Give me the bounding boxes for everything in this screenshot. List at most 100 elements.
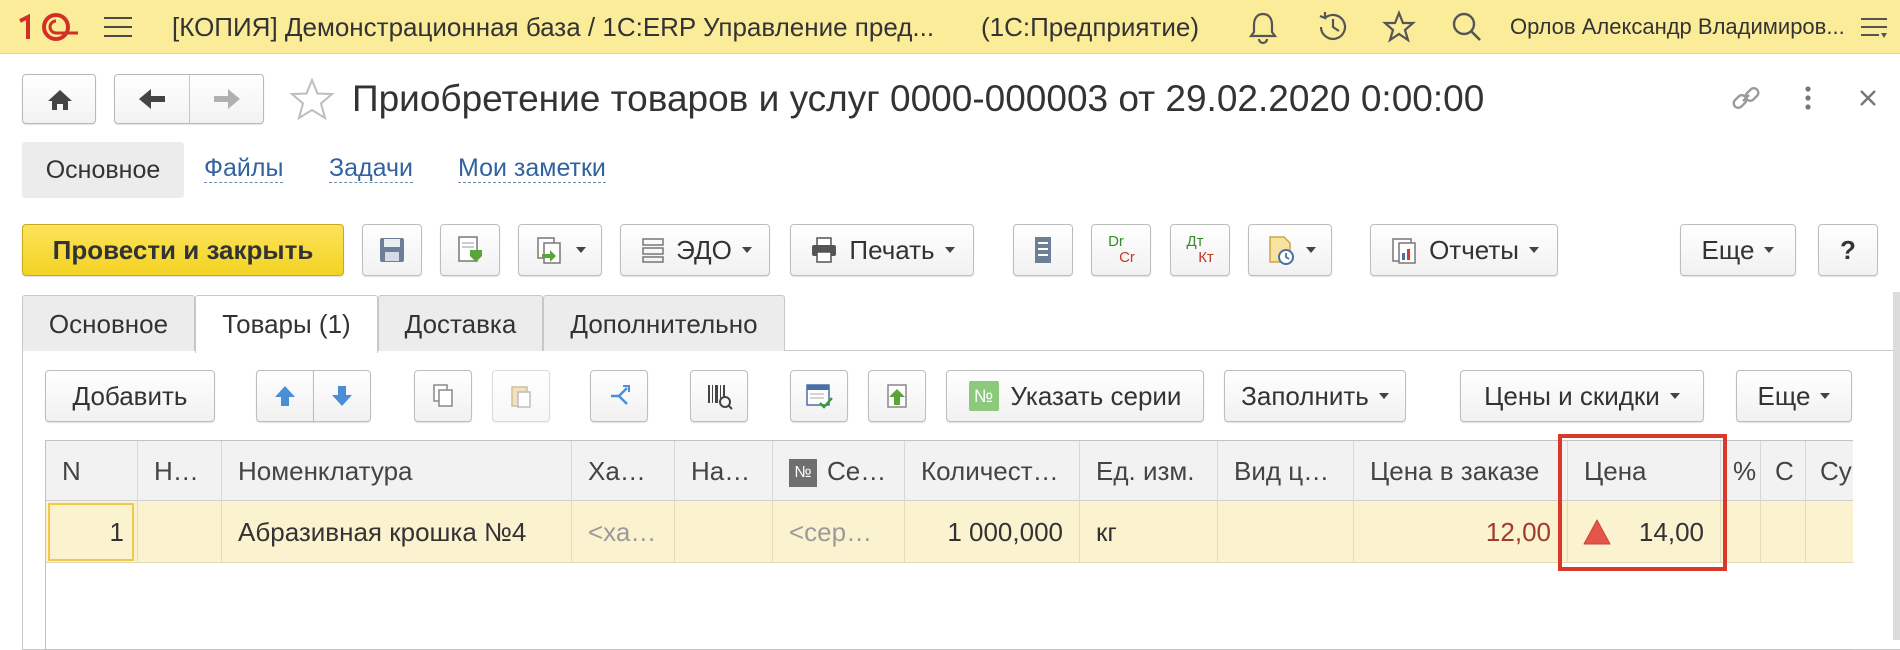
reports-button[interactable]: Отчеты (1370, 224, 1558, 276)
cell-price-type[interactable] (1218, 501, 1354, 563)
column-header-order-price[interactable]: Цена в заказе (1354, 441, 1568, 501)
cell-percent[interactable] (1721, 501, 1761, 563)
cell-n[interactable]: 1 (48, 503, 134, 561)
column-header-series[interactable]: № Се… (773, 441, 905, 501)
move-down-button[interactable] (313, 370, 371, 422)
prices-discounts-button[interactable]: Цены и скидки (1460, 370, 1704, 422)
cell-series[interactable]: <сер… (773, 501, 905, 563)
section-files[interactable]: Файлы (204, 154, 284, 183)
section-tasks[interactable]: Задачи (329, 154, 413, 183)
edo-button[interactable]: ЭДО (620, 224, 770, 276)
column-header-quantity[interactable]: Количест… (905, 441, 1080, 501)
user-name[interactable]: Орлов Александр Владимиров... (1510, 14, 1845, 40)
select-items-button[interactable] (790, 370, 848, 422)
forward-button[interactable] (190, 75, 264, 123)
bell-icon[interactable] (1244, 8, 1282, 46)
arrow-left-icon (139, 89, 165, 109)
cell-h[interactable] (138, 501, 222, 563)
app-title: [КОПИЯ] Демонстрационная база / 1С:ERP У… (172, 12, 935, 42)
dt-kt-postings-button[interactable]: Дт Кт (1170, 224, 1230, 276)
history-icon[interactable] (1314, 8, 1352, 46)
post-and-close-button[interactable]: Провести и закрыть (22, 224, 344, 276)
cell-quantity[interactable]: 1 000,000 (905, 501, 1080, 563)
add-row-button[interactable]: Добавить (45, 370, 215, 422)
back-button[interactable] (115, 75, 190, 123)
tab-delivery[interactable]: Доставка (378, 295, 543, 351)
tab-main[interactable]: Основное (22, 295, 195, 351)
split-row-button[interactable] (590, 370, 648, 422)
cell-na[interactable] (675, 501, 773, 563)
cell-order-price[interactable]: 12,00 (1354, 501, 1568, 563)
arrow-down-icon (332, 386, 352, 406)
logo-1c-icon[interactable] (16, 11, 80, 43)
dropdown-arrow-icon (741, 247, 752, 253)
dr-label: Dr (1108, 233, 1124, 250)
main-menu-icon[interactable] (104, 17, 132, 37)
copy-row-button[interactable] (414, 370, 472, 422)
save-button[interactable] (362, 224, 422, 276)
more-label: Еще (1701, 234, 1755, 265)
table-check-icon (806, 384, 833, 409)
favorite-star-icon[interactable] (287, 75, 337, 125)
dr-cr-postings-button[interactable]: Dr Cr (1091, 224, 1151, 276)
section-main[interactable]: Основное (22, 142, 184, 198)
print-label: Печать (849, 234, 935, 265)
column-header-percent[interactable]: % (1721, 441, 1761, 501)
cell-characteristic[interactable]: <ха… (572, 501, 675, 563)
column-header-price-type[interactable]: Вид ц… (1218, 441, 1354, 501)
more-button[interactable]: Еще (1680, 224, 1796, 276)
grid-more-label: Еще (1757, 380, 1811, 411)
specify-series-label: Указать серии (1010, 380, 1182, 411)
tab-goods[interactable]: Товары (1) (195, 295, 378, 353)
attachment-clock-icon (1269, 236, 1294, 265)
app-mode: (1С:Предприятие) (981, 12, 1200, 42)
link-icon[interactable] (1728, 80, 1764, 116)
close-icon[interactable] (1850, 80, 1886, 116)
column-header-unit[interactable]: Ед. изм. (1080, 441, 1218, 501)
column-header-n[interactable]: N (46, 441, 138, 501)
prices-discounts-label: Цены и скидки (1484, 380, 1660, 411)
series-number-icon: № (789, 459, 817, 488)
help-button[interactable]: ? (1818, 224, 1878, 276)
column-header-characteristic[interactable]: Ха… (572, 441, 675, 501)
move-up-button[interactable] (256, 370, 314, 422)
scrollbar[interactable] (1893, 292, 1900, 640)
dropdown-arrow-icon (944, 247, 955, 253)
cell-c[interactable] (1761, 501, 1806, 563)
post-button[interactable] (440, 224, 500, 276)
print-button[interactable]: Печать (790, 224, 974, 276)
fill-button[interactable]: Заполнить (1224, 370, 1406, 422)
upload-button[interactable] (868, 370, 926, 422)
document-list-button[interactable] (1013, 224, 1073, 276)
dropdown-arrow-icon (1378, 393, 1389, 399)
arrow-up-icon (275, 386, 295, 406)
favorites-star-icon[interactable] (1380, 8, 1418, 46)
home-button[interactable] (22, 74, 96, 124)
edo-label: ЭДО (676, 234, 732, 265)
grid-more-button[interactable]: Еще (1736, 370, 1852, 422)
column-header-sum[interactable]: Су (1806, 441, 1853, 501)
more-actions-icon[interactable] (1790, 80, 1826, 116)
dt-label: Дт (1186, 233, 1204, 250)
search-icon[interactable] (1448, 8, 1486, 46)
attachments-button[interactable] (1248, 224, 1332, 276)
cell-item[interactable]: Абразивная крошка №4 (222, 501, 572, 563)
tab-additional[interactable]: Дополнительно (543, 295, 785, 351)
price-column-highlight (1558, 434, 1727, 571)
paste-row-button[interactable] (492, 370, 550, 422)
column-header-item[interactable]: Номенклатура (222, 441, 572, 501)
settings-menu-icon[interactable] (1855, 8, 1893, 46)
post-document-icon (458, 236, 482, 262)
column-header-h[interactable]: Н… (138, 441, 222, 501)
create-based-on-icon (537, 237, 561, 264)
barcode-search-button[interactable] (690, 370, 748, 422)
create-based-on-button[interactable] (518, 224, 602, 276)
column-header-c[interactable]: С (1761, 441, 1806, 501)
specify-series-button[interactable]: № Указать серии (946, 370, 1204, 422)
cell-sum[interactable] (1806, 501, 1853, 563)
cell-unit[interactable]: кг (1080, 501, 1218, 563)
paste-icon (511, 386, 531, 408)
printer-icon (812, 237, 837, 263)
section-my-notes[interactable]: Мои заметки (458, 154, 606, 183)
column-header-na[interactable]: На… (675, 441, 773, 501)
